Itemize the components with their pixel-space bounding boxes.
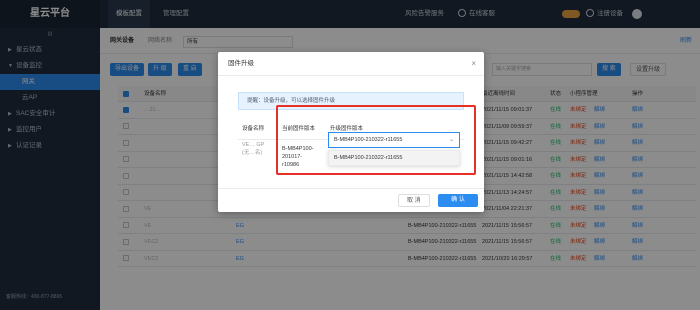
confirm-button[interactable]: 确 认 (438, 194, 478, 207)
device-name-line2: (无…名) (242, 150, 263, 156)
dialog-title: 固件升级 × (218, 52, 484, 76)
dialog-title-text: 固件升级 (228, 60, 254, 67)
target-fw-option[interactable]: B-MB4P100-210322-r11655 (329, 151, 459, 165)
close-icon[interactable]: × (471, 52, 476, 76)
target-fw-select[interactable]: B-MB4P100-210322-r11655 ⌄ (328, 132, 460, 148)
firmware-upgrade-dialog: 固件升级 × 提醒：设备升级，可以选择固件升级 设备名称 当前固件版本 升级固件… (218, 52, 484, 212)
cancel-button[interactable]: 取 消 (398, 194, 430, 207)
target-fw-value: B-MB4P100-210322-r11655 (334, 137, 403, 143)
dialog-footer: 取 消 确 认 (218, 188, 484, 212)
target-fw-dropdown: B-MB4P100-210322-r11655 (328, 150, 460, 166)
chevron-down-icon: ⌄ (448, 137, 454, 143)
